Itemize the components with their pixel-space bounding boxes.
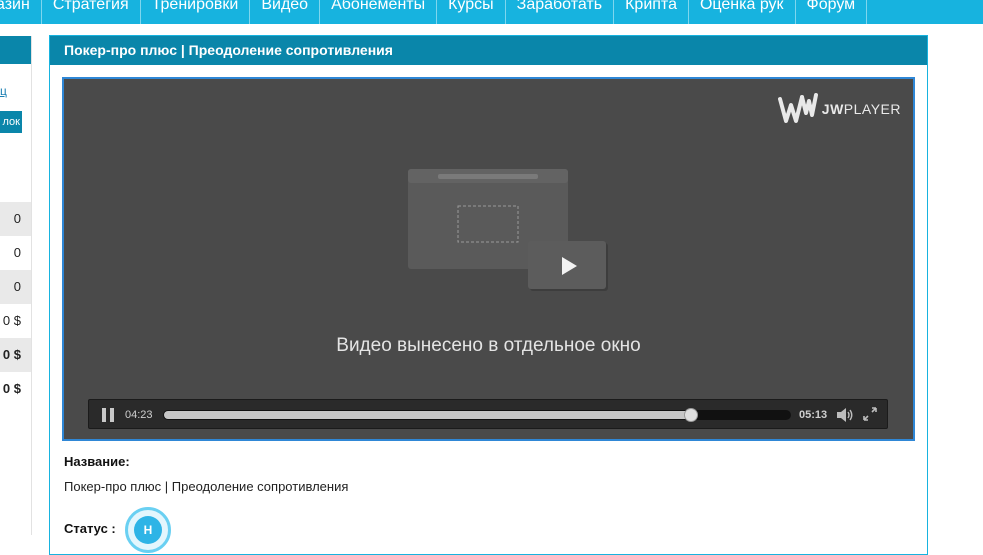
nav-item-strategy[interactable]: Стратегия [42,0,141,24]
time-elapsed: 04:23 [125,409,153,421]
nav-item-training[interactable]: Тренировки [141,0,251,24]
volume-icon[interactable] [836,407,854,423]
progress-knob[interactable] [684,408,698,422]
brand-part-jw: JW [821,101,844,117]
sidebar-link[interactable]: ц [0,84,7,98]
nav-item-earn[interactable]: Заработать [506,0,615,24]
popout-message: Видео вынесено в отдельное окно [336,335,641,356]
progress-timeline[interactable] [163,408,791,422]
status-badge: Н [125,507,171,553]
top-nav: азин Стратегия Тренировки Видео Абонемен… [0,0,983,24]
video-panel: Покер-про плюс | Преодоление сопротивлен… [49,35,928,555]
nav-item-crypto[interactable]: Крипта [614,0,689,24]
jwplayer-logo-icon: JWPLAYER [777,91,901,127]
jwplayer-mark-icon [777,93,818,123]
nav-item-subscriptions[interactable]: Абонементы [320,0,438,24]
player-controlbar: 04:23 05:13 [88,399,888,429]
nav-item-courses[interactable]: Курсы [437,0,506,24]
sidebar-button[interactable]: лок [0,111,22,133]
nav-item-hand-review[interactable]: Оценка рук [689,0,796,24]
nav-item-forum[interactable]: Форум [796,0,868,24]
stat-row: 0 $ [0,338,31,372]
nav-item-shop[interactable]: азин [0,0,42,24]
status-badge-letter: Н [134,516,162,544]
status-label: Статус : [64,521,116,536]
sidebar-header [0,36,31,64]
jwplayer-brand-text: JWPLAYER [822,101,901,117]
pause-icon[interactable] [102,408,114,422]
time-total: 05:13 [799,409,828,421]
stat-row: 0 [0,202,31,236]
name-value: Покер-про плюс | Преодоление сопротивлен… [64,479,349,494]
fullscreen-icon[interactable] [863,407,877,421]
stat-row: 0 $ [2,313,21,328]
brand-part-player: PLAYER [843,101,901,117]
stat-row: 0 [13,245,21,260]
video-player[interactable]: JWPLAYER Видео вынесено в отдельное окно… [62,77,915,441]
sidebar-stats: 0 0 0 0 $ 0 $ 0 $ [0,202,31,406]
stat-row: 0 [0,270,31,304]
stat-row: 0 $ [2,381,21,396]
sidebar: ц лок 0 0 0 0 $ 0 $ 0 $ [0,36,32,535]
progress-fill [164,411,691,419]
nav-item-video[interactable]: Видео [250,0,321,24]
popout-window-icon [408,169,608,291]
name-label: Название: [64,454,130,469]
panel-title: Покер-про плюс | Преодоление сопротивлен… [50,36,927,65]
